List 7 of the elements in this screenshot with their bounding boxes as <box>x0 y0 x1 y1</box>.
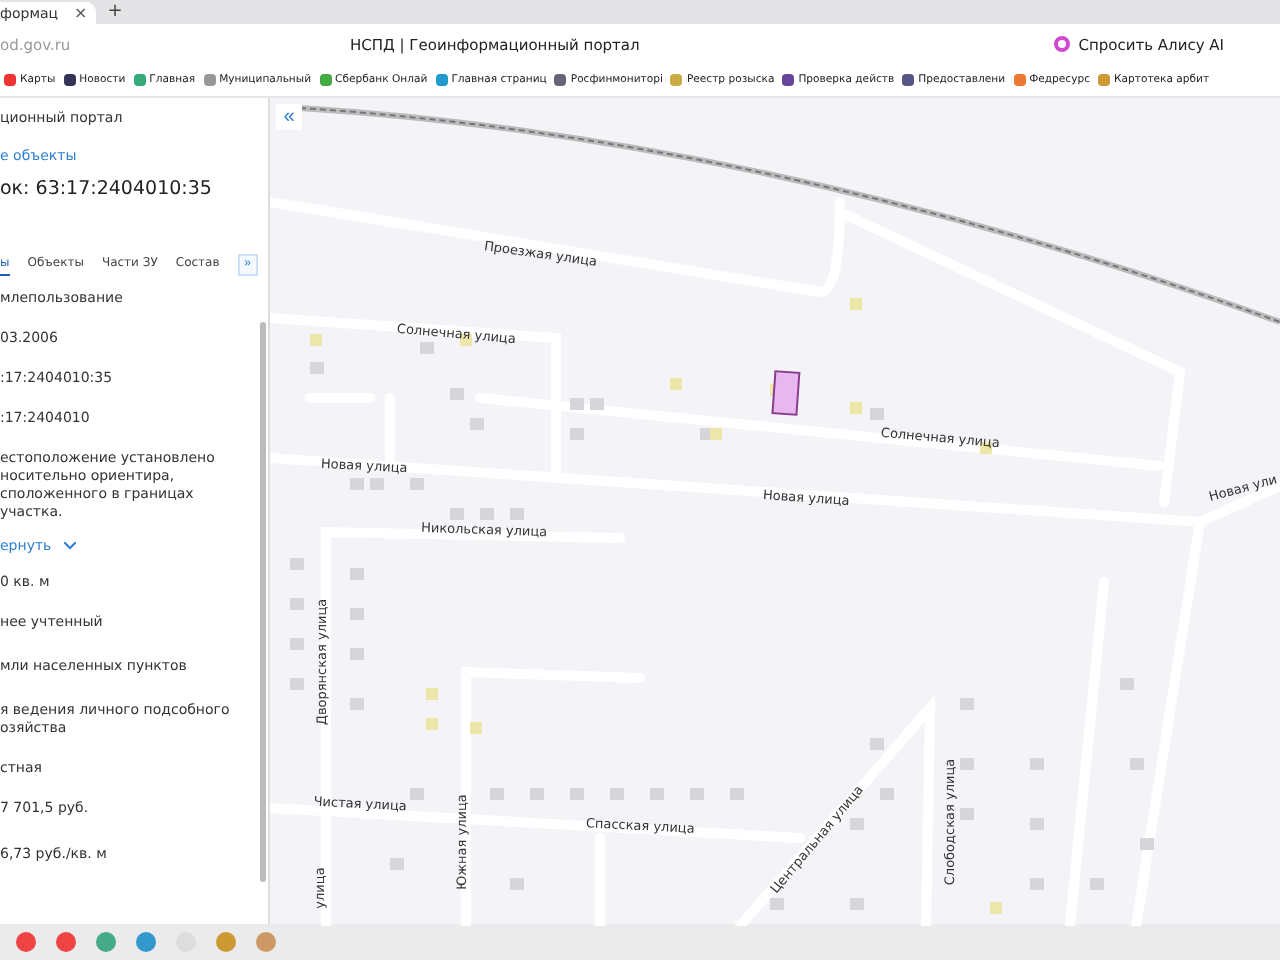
ring-icon <box>1054 36 1071 52</box>
parcel-outline[interactable] <box>771 370 801 416</box>
collapse-panel-button[interactable]: « <box>276 104 302 130</box>
close-icon[interactable]: × <box>74 4 88 22</box>
new-tab-button[interactable]: + <box>107 2 123 24</box>
chevron-icon <box>63 542 76 550</box>
parcel-title: ок: 63:17:2404010:35 <box>0 176 214 200</box>
